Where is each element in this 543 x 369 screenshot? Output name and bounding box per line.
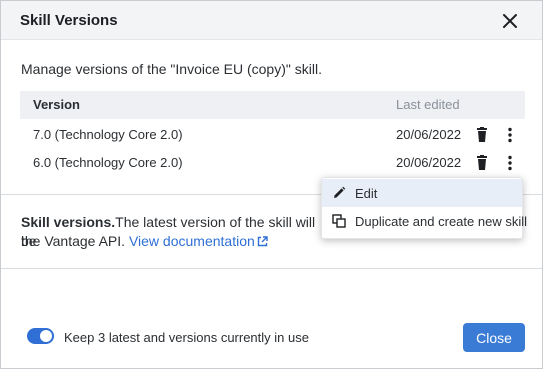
trash-icon[interactable] [475, 127, 489, 143]
version-context-menu: Edit Duplicate and create new skill [321, 177, 527, 239]
menu-item-label: Edit [355, 186, 378, 201]
info-text-line2: the Vantage API. [21, 233, 126, 249]
keep-versions-label: Keep 3 latest and versions currently in … [64, 330, 309, 345]
dialog-header: Skill Versions [1, 1, 542, 40]
versions-table-header: Version Last edited [20, 91, 525, 119]
column-header-last-edited: Last edited [396, 97, 460, 112]
close-button[interactable]: Close [463, 323, 525, 352]
info-text-continued: the Vantage API. View documentation [21, 232, 268, 252]
duplicate-icon [332, 214, 346, 228]
dialog-intro: Manage versions of the "Invoice EU (copy… [21, 61, 322, 77]
keep-versions-toggle[interactable] [27, 328, 54, 344]
pencil-icon [332, 186, 346, 200]
dialog-title: Skill Versions [20, 12, 118, 29]
more-options-icon[interactable] [503, 126, 517, 144]
close-icon[interactable] [499, 10, 521, 32]
menu-item-edit[interactable]: Edit [322, 179, 522, 207]
menu-item-duplicate[interactable]: Duplicate and create new skill [322, 207, 527, 235]
column-header-version: Version [33, 97, 80, 112]
more-options-icon[interactable] [503, 154, 517, 172]
trash-icon[interactable] [475, 155, 489, 171]
last-edited-date: 20/06/2022 [396, 155, 462, 170]
view-documentation-label: View documentation [128, 233, 255, 249]
info-bold-label: Skill versions. [21, 214, 116, 230]
skill-versions-dialog: Skill Versions Manage versions of the "I… [0, 0, 543, 369]
view-documentation-link[interactable]: View documentation [129, 233, 268, 249]
version-name: 6.0 (Technology Core 2.0) [33, 155, 183, 170]
toggle-knob [40, 330, 52, 342]
table-row: 6.0 (Technology Core 2.0) 20/06/2022 [20, 148, 525, 176]
version-name: 7.0 (Technology Core 2.0) [33, 127, 183, 142]
last-edited-date: 20/06/2022 [396, 127, 462, 142]
table-row: 7.0 (Technology Core 2.0) 20/06/2022 [20, 120, 525, 148]
footer-divider [1, 268, 542, 269]
menu-item-label: Duplicate and create new skill [355, 214, 527, 229]
external-link-icon [257, 233, 268, 252]
